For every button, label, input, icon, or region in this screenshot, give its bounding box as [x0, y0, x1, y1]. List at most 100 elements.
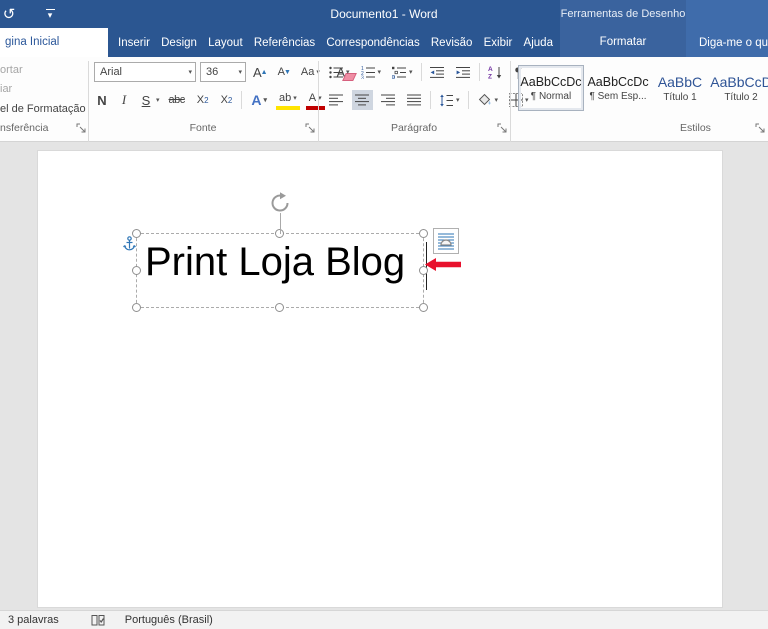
strikethrough-button[interactable]: abc — [166, 90, 188, 110]
tab-home[interactable]: gina Inicial — [0, 28, 108, 57]
numbering-button[interactable]: 123 ▾ — [358, 62, 385, 82]
font-group-label: Fonte — [88, 122, 318, 134]
change-case-button[interactable]: Aa▾ — [298, 62, 323, 82]
handle-bottom-left[interactable] — [132, 303, 141, 312]
document-page[interactable]: Print Loja Blog — [37, 150, 723, 608]
format-painter-button[interactable]: el de Formatação — [0, 103, 86, 115]
handle-bottom-right[interactable] — [419, 303, 428, 312]
tab-design[interactable]: Design — [161, 37, 197, 49]
font-name-combobox[interactable]: Arial ▾ — [94, 62, 196, 82]
decrease-indent-button[interactable] — [427, 62, 448, 82]
paragraph-dialog-launcher-icon[interactable] — [497, 123, 508, 134]
paragraph-row-1: ▾ 123 ▾ ▾ — [326, 62, 527, 82]
document-canvas: Print Loja Blog — [0, 142, 768, 610]
outdent-icon — [430, 66, 445, 79]
styles-dialog-launcher-icon[interactable] — [755, 123, 766, 134]
font-dialog-launcher-icon[interactable] — [305, 123, 316, 134]
copy-button[interactable]: iar — [0, 83, 12, 95]
styles-group-label: Estilos — [680, 122, 750, 134]
paragraph-row-2: ▾ ▾ ▾ — [326, 90, 532, 110]
line-spacing-button[interactable]: ▾ — [436, 90, 463, 110]
rotate-handle-icon[interactable] — [268, 191, 292, 215]
underline-button[interactable]: S — [138, 90, 154, 110]
triangle-up-icon: ▲ — [261, 69, 268, 76]
tab-ajuda[interactable]: Ajuda — [524, 37, 553, 49]
justify-button[interactable] — [404, 90, 425, 110]
tab-revisao[interactable]: Revisão — [431, 37, 473, 49]
chevron-down-icon: ▾ — [263, 96, 267, 104]
cut-button[interactable]: ortar — [0, 64, 23, 76]
tab-inserir[interactable]: Inserir — [118, 37, 150, 49]
selected-textbox[interactable]: Print Loja Blog — [136, 233, 424, 308]
align-left-icon — [329, 94, 344, 106]
styles-gallery: AaBbCcDc ¶ Normal AaBbCcDc ¶ Sem Esp... … — [518, 65, 768, 111]
titlebar-right-corner — [686, 0, 768, 28]
bold-button[interactable]: N — [94, 90, 110, 110]
superscript-button[interactable]: X2 — [218, 90, 236, 110]
clipboard-dialog-launcher-icon[interactable] — [76, 123, 87, 134]
chevron-down-icon: ▾ — [378, 68, 382, 76]
ribbon: ortar iar el de Formatação nsferência Ar… — [0, 57, 768, 142]
contextual-tools-header: Ferramentas de Desenho — [560, 0, 686, 28]
tab-formatar[interactable]: Formatar — [560, 28, 686, 57]
align-left-button[interactable] — [326, 90, 347, 110]
tell-me-search[interactable]: Diga-me o qu — [686, 28, 768, 57]
anchor-icon — [123, 236, 136, 251]
clipboard-group-label: nsferência — [0, 122, 66, 134]
style-titulo-2[interactable]: AaBbCcD Título 2 — [711, 65, 768, 111]
svg-text:A: A — [488, 66, 493, 73]
paint-bucket-icon — [477, 93, 493, 107]
ribbon-tabs: Inserir Design Layout Referências Corres… — [118, 28, 553, 57]
status-bar: 3 palavras Português (Brasil) — [0, 610, 768, 629]
proofing-book-icon[interactable] — [91, 614, 105, 627]
sort-button[interactable]: A Z — [485, 62, 506, 82]
chevron-down-icon[interactable]: ▾ — [156, 96, 160, 104]
grow-font-button[interactable]: A▲ — [250, 62, 271, 82]
handle-middle-left[interactable] — [132, 266, 141, 275]
italic-button[interactable]: I — [116, 90, 132, 110]
chevron-down-icon: ▾ — [495, 96, 499, 104]
word-count[interactable]: 3 palavras — [8, 614, 59, 626]
indent-icon — [456, 66, 471, 79]
svg-text:3: 3 — [361, 75, 364, 79]
undo-icon[interactable]: ↺ — [0, 5, 21, 23]
font-size-value: 36 — [206, 66, 218, 78]
handle-top-right[interactable] — [419, 229, 428, 238]
numbered-list-icon: 123 — [361, 66, 376, 79]
language-indicator[interactable]: Português (Brasil) — [125, 614, 213, 626]
textbox-text[interactable]: Print Loja Blog — [145, 240, 405, 285]
style-sem-espacamento[interactable]: AaBbCcDc ¶ Sem Esp... — [587, 65, 649, 111]
bullets-button[interactable]: ▾ — [326, 62, 353, 82]
chevron-down-icon: ▾ — [238, 68, 242, 76]
font-row-1: Arial ▾ 36 ▾ A▲ A▼ Aa▾ A — [94, 62, 349, 82]
handle-bottom-center[interactable] — [275, 303, 284, 312]
chevron-down-icon: ▾ — [346, 68, 350, 76]
align-right-button[interactable] — [378, 90, 399, 110]
multilevel-list-button[interactable]: ▾ — [389, 62, 416, 82]
chevron-down-icon: ▾ — [188, 68, 192, 76]
tab-referencias[interactable]: Referências — [254, 37, 315, 49]
font-color-button[interactable]: A▾ — [306, 90, 325, 110]
tab-layout[interactable]: Layout — [208, 37, 243, 49]
layout-options-icon — [436, 231, 456, 251]
tab-exibir[interactable]: Exibir — [484, 37, 513, 49]
style-normal[interactable]: AaBbCcDc ¶ Normal — [518, 65, 584, 111]
increase-indent-button[interactable] — [453, 62, 474, 82]
text-highlight-button[interactable]: ab▾ — [276, 90, 300, 110]
subscript-button[interactable]: X2 — [194, 90, 212, 110]
layout-options-button[interactable] — [433, 228, 459, 254]
align-right-icon — [381, 94, 396, 106]
align-center-icon — [355, 94, 370, 106]
tab-correspondencias[interactable]: Correspondências — [326, 37, 419, 49]
customize-quick-access-icon[interactable]: ▾ — [39, 9, 61, 19]
style-titulo-1[interactable]: AaBbC Título 1 — [652, 65, 708, 111]
text-effects-button[interactable]: A▾ — [248, 90, 270, 110]
multilevel-list-icon — [392, 66, 407, 79]
shrink-font-button[interactable]: A▼ — [275, 62, 294, 82]
font-size-combobox[interactable]: 36 ▾ — [200, 62, 246, 82]
align-center-button[interactable] — [352, 90, 373, 110]
quick-access-toolbar: ↺ ▾ — [0, 0, 61, 28]
shading-button[interactable]: ▾ — [474, 90, 502, 110]
window-title: Documento1 - Word — [330, 0, 437, 28]
justify-icon — [407, 94, 422, 106]
